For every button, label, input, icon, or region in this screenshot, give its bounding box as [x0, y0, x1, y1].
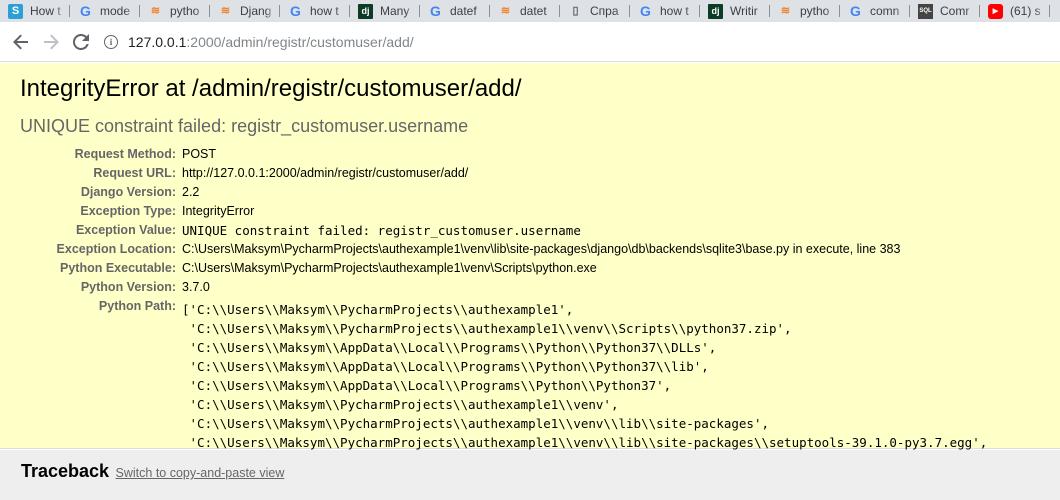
browser-tab[interactable]: ▯ Спра [560, 0, 630, 22]
meta-label: Request Method: [74, 147, 176, 161]
browser-tab[interactable]: ▶ (61) s [980, 0, 1050, 22]
meta-label: Exception Type: [80, 204, 176, 218]
meta-label: Python Version: [80, 280, 176, 294]
tab-title: Writir [730, 4, 758, 18]
meta-label: Exception Location: [56, 242, 176, 256]
tab-title: mode [100, 4, 131, 18]
youtube-icon: ▶ [988, 3, 1003, 19]
meta-value: ['C:\\Users\\Maksym\\PycharmProjects\\au… [182, 302, 988, 469]
tab-strip: S How t Gmode ≋ pytho ≋ Djang Ghow t dj Many Gdate… [0, 0, 1060, 22]
tab-title: datef [450, 4, 477, 18]
error-title: IntegrityError at /admin/registr/customu… [20, 75, 522, 102]
meta-value: C:\Users\Maksym\PycharmProjects\authexam… [182, 261, 597, 275]
browser-tab[interactable]: dj Many [350, 0, 420, 22]
browser-tab[interactable]: Gdatef [420, 0, 490, 22]
meta-label: Django Version: [80, 185, 176, 199]
meta-row: Request Method: POST [20, 145, 987, 164]
meta-row: Exception Type: IntegrityError [20, 202, 987, 221]
stackoverflow-s-icon: S [8, 3, 23, 19]
google-icon: G [290, 2, 301, 19]
browser-tab[interactable]: SQL Comr [910, 0, 980, 22]
meta-label: Python Executable: [60, 261, 176, 275]
meta-row: Python Executable: C:\Users\Maksym\Pychar… [20, 259, 987, 278]
stackoverflow-icon: ≋ [220, 4, 231, 17]
address-bar[interactable]: i 127.0.0.1:2000/admin/registr/customuse… [104, 27, 1060, 57]
url-host: 127.0.0.1 [128, 33, 187, 50]
url-path: :2000/admin/registr/customuser/add/ [186, 33, 414, 50]
tab-title: How t [30, 4, 61, 18]
django-icon: dj [358, 3, 373, 19]
browser-tab[interactable]: ≋ pytho [770, 0, 840, 22]
meta-label: Request URL: [93, 166, 176, 180]
info-icon[interactable]: i [104, 34, 118, 49]
meta-label: Python Path: [98, 299, 176, 313]
google-icon: G [850, 2, 861, 19]
meta-value: http://127.0.0.1:2000/admin/registr/cust… [182, 166, 469, 180]
browser-tab[interactable]: dj Writir [700, 0, 770, 22]
meta-value: C:\Users\Maksym\PycharmProjects\authexam… [182, 242, 901, 256]
meta-row: Python Path: ['C:\\Users\\Maksym\\Pycharm… [20, 297, 987, 471]
meta-row: Python Version: 3.7.0 [20, 278, 987, 297]
stackoverflow-icon: ≋ [500, 4, 511, 17]
browser-tab[interactable]: ≋ pytho [140, 0, 210, 22]
google-icon: G [80, 2, 91, 19]
tab-title: pytho [170, 4, 200, 18]
meta-value: 2.2 [182, 185, 200, 199]
browser-tab[interactable]: Ghow t [280, 0, 350, 22]
tab-title: Comr [940, 4, 970, 18]
browser-tab[interactable]: S How t [0, 0, 70, 22]
browser-toolbar: i 127.0.0.1:2000/admin/registr/customuse… [0, 22, 1060, 62]
browser-tab[interactable]: Gcomn [840, 0, 910, 22]
meta-row: Exception Location: C:\Users\Maksym\Pycha… [20, 240, 987, 259]
tab-title: Many [380, 4, 410, 18]
browser-tab[interactable]: ≋ datet [490, 0, 560, 22]
reload-icon[interactable] [66, 27, 96, 57]
traceback-heading: Traceback [21, 461, 110, 481]
stackoverflow-icon: ≋ [780, 4, 791, 17]
tab-title: Djang [240, 4, 272, 18]
meta-label: Exception Value: [75, 223, 176, 237]
meta-value: UNIQUE constraint failed: registr_custom… [182, 223, 581, 238]
sqlite-icon: SQL [918, 3, 933, 19]
tab-title: datet [520, 4, 547, 18]
meta-row: Exception Value: UNIQUE constraint failed… [20, 221, 987, 240]
django-icon: dj [708, 3, 723, 19]
request-meta-table: Request Method: POST Request URL: http://12… [20, 145, 988, 490]
google-icon: G [640, 2, 651, 19]
meta-row: Django Version: 2.2 [20, 183, 987, 202]
document-icon: ▯ [572, 4, 579, 17]
meta-row: Request URL: http://127.0.0.1:2000/admin/… [20, 164, 987, 183]
meta-value: POST [182, 147, 217, 161]
tab-title: Спра [590, 4, 619, 18]
error-summary: IntegrityError at /admin/registr/customu… [0, 63, 1060, 487]
error-message: UNIQUE constraint failed: registr_custom… [20, 116, 469, 136]
browser-tab[interactable]: ≋ Djang [210, 0, 280, 22]
tab-title: how t [310, 4, 339, 18]
back-arrow-icon[interactable] [6, 27, 36, 57]
switch-copy-paste-link[interactable]: Switch to copy-and-paste view [116, 466, 285, 480]
tab-title: comn [870, 4, 900, 18]
google-icon: G [430, 2, 441, 19]
traceback-header: Traceback Switch to copy-and-paste view [0, 450, 1060, 500]
tab-title: how t [660, 4, 689, 18]
stackoverflow-icon: ≋ [150, 4, 161, 17]
meta-value: 3.7.0 [182, 280, 210, 294]
browser-tab[interactable]: Ghow t [630, 0, 700, 22]
tab-title: (61) s [1010, 4, 1041, 18]
forward-arrow-icon[interactable] [36, 27, 66, 57]
browser-tab[interactable]: Gmode [70, 0, 140, 22]
meta-value: IntegrityError [182, 204, 255, 218]
tab-title: pytho [800, 4, 830, 18]
